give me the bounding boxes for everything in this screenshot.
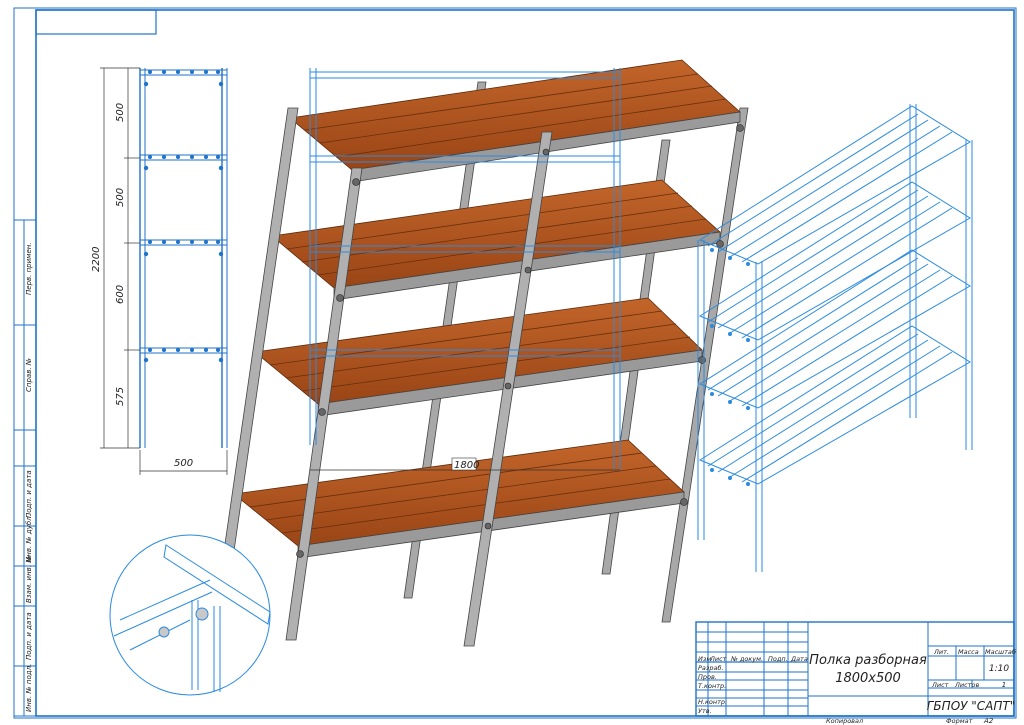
tb-lit: Лит. (933, 648, 949, 656)
side-wireframe-view (697, 104, 973, 572)
tb-utv: Утв. (698, 707, 712, 715)
tb-masshtab: Масштаб (985, 648, 1016, 656)
tb-format-value: А2 (983, 717, 994, 725)
tb-listov: Листов (954, 681, 979, 689)
tb-kopiroval: Копировал (826, 717, 863, 725)
tb-col-data: Дата (790, 655, 808, 663)
dim-tier-1: 500 (115, 103, 126, 122)
tb-org: ГБПОУ "САПТ" (927, 699, 1016, 713)
tb-nkontr: Н.контр. (698, 698, 727, 706)
tb-razrab: Разраб. (698, 664, 724, 672)
label-vzam-inv: Взам. инв. № (25, 555, 33, 603)
tb-name-line1: Полка разборная (809, 653, 927, 668)
label-podp-data-1: Подп. и дата (25, 470, 33, 518)
dim-tier-4: 575 (115, 387, 126, 406)
tb-col-doc: № докум. (730, 655, 763, 663)
dim-length: 1800 (454, 460, 479, 471)
tb-listov-value: 1 (1002, 681, 1006, 689)
tb-scale: 1:10 (989, 664, 1009, 674)
dim-overall-height: 2200 (91, 247, 102, 272)
label-inv-podl: Инв. № подл. (25, 664, 33, 712)
dim-depth: 500 (174, 458, 193, 469)
detail-view (109, 534, 271, 696)
tb-col-podp: Подп. (768, 655, 788, 663)
drawing-sheet: Перв. примен. Справ. № Подп. и дата Инв.… (13, 7, 1017, 725)
tb-prov: Пров. (698, 673, 717, 681)
dim-tier-2: 500 (115, 188, 126, 207)
label-inv-dubl: Инв. № дубл. (25, 514, 33, 562)
label-sprav-no: Справ. № (25, 358, 33, 392)
tb-massa: Масса (958, 648, 979, 656)
label-perv-primen: Перв. примен. (25, 242, 33, 295)
front-view (139, 68, 228, 448)
tb-format: Формат (946, 717, 973, 725)
tb-col-list: Лист (709, 655, 727, 663)
label-podp-data-2: Подп. и дата (25, 612, 33, 660)
tb-name-line2: 1800х500 (835, 671, 901, 686)
dim-tier-3: 600 (115, 285, 126, 304)
dimension-lines (100, 67, 228, 475)
tb-tkontr: Т.контр. (698, 682, 726, 690)
tb-list: Лист (931, 681, 949, 689)
